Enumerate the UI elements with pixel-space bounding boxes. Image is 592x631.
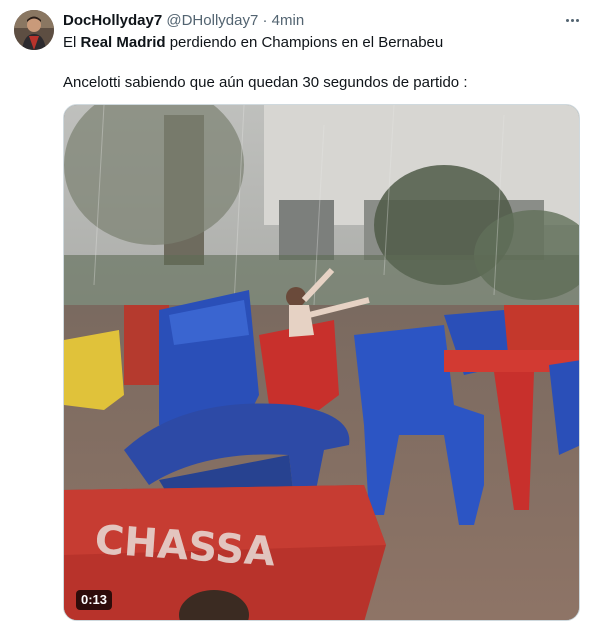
more-horizontal-icon: [565, 18, 579, 22]
text-prefix: El: [63, 34, 81, 51]
avatar[interactable]: [14, 10, 54, 50]
tweet-text-line2: Ancelotti sabiendo que aún quedan 30 seg…: [63, 74, 468, 91]
text-bold: Real Madrid: [80, 34, 166, 51]
video-player[interactable]: CHASSA 0:13: [63, 104, 580, 621]
video-duration-badge: 0:13: [76, 590, 113, 610]
avatar-image: [14, 10, 54, 50]
author-handle[interactable]: @DHollyday7: [166, 12, 258, 29]
tweet-timestamp[interactable]: 4min: [272, 12, 305, 29]
author-name[interactable]: DocHollyday7: [63, 12, 162, 29]
tweet-text-line1: El Real Madrid perdiendo en Champions en…: [63, 33, 578, 53]
more-options-button[interactable]: [561, 10, 583, 30]
text-suffix: perdiendo en Champions en el Bernabeu: [165, 34, 444, 51]
separator-dot: ·: [262, 12, 268, 29]
tweet-header: DocHollyday7 @DHollyday7 · 4min: [63, 11, 304, 31]
tweet-text: El Real Madrid perdiendo en Champions en…: [63, 33, 578, 93]
tweet[interactable]: DocHollyday7 @DHollyday7 · 4min El Real …: [0, 0, 592, 631]
video-thumbnail: CHASSA: [64, 105, 579, 620]
